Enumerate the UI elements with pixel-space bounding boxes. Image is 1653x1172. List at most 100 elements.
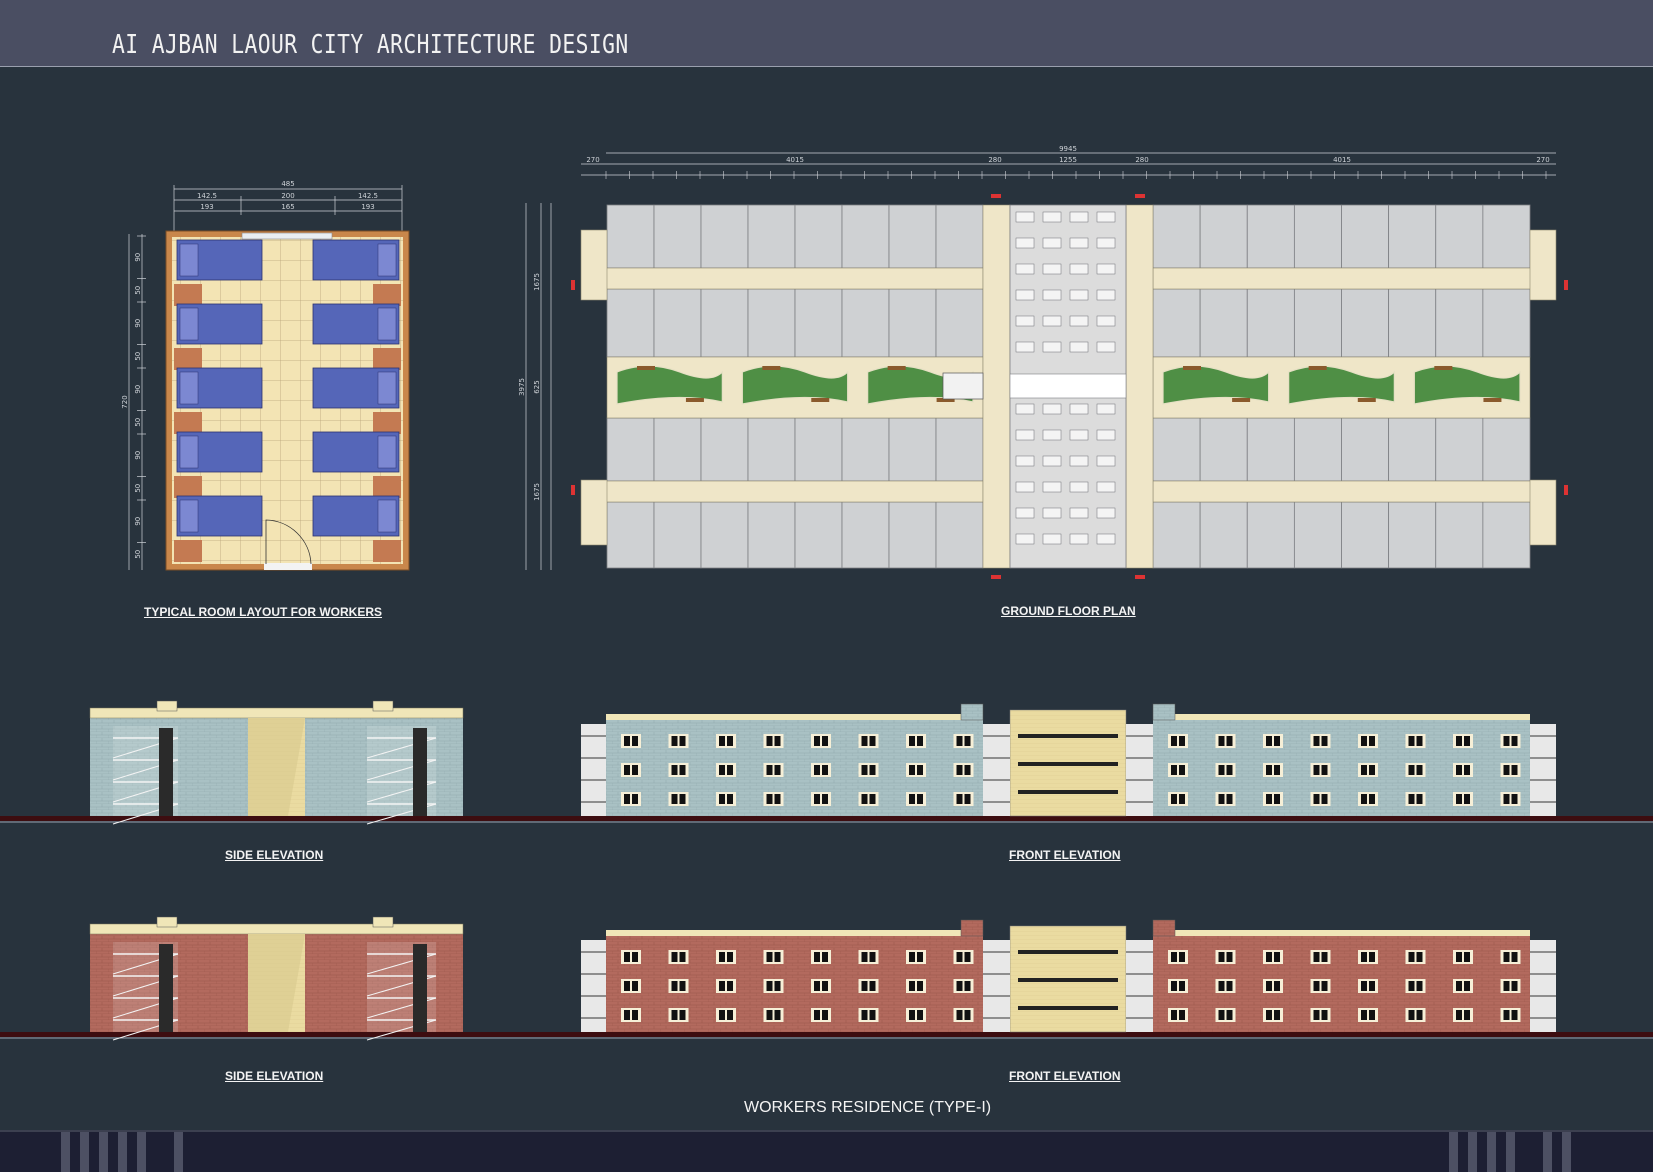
- window-pane: [1218, 736, 1225, 746]
- pillow: [179, 243, 199, 277]
- window-pane: [1179, 1010, 1185, 1020]
- window-pane: [624, 981, 630, 991]
- window-pane: [909, 981, 915, 991]
- plan-dim-label: 270: [586, 156, 599, 164]
- room-dim-left-total: 720: [121, 395, 129, 408]
- window-pane: [1218, 794, 1225, 804]
- window-pane: [1416, 952, 1423, 962]
- core-stair: [1125, 204, 1154, 569]
- fixture: [1069, 481, 1089, 493]
- window-pane: [1361, 736, 1367, 746]
- dorm-room: [888, 417, 937, 482]
- corridor: [586, 480, 1004, 503]
- window-pane: [964, 981, 971, 991]
- dorm-room: [606, 204, 655, 269]
- dorm-room: [653, 417, 702, 482]
- dorm-room: [653, 501, 702, 569]
- dorm-room: [747, 204, 796, 269]
- bench: [1232, 398, 1251, 402]
- dorm-room: [653, 288, 702, 358]
- central-lobby: [1009, 373, 1127, 399]
- pillow: [179, 307, 199, 341]
- stair-end: [580, 479, 608, 546]
- window-pane: [917, 794, 923, 804]
- pillow: [179, 435, 199, 469]
- fixture: [1096, 341, 1116, 353]
- window-pane: [1416, 981, 1423, 991]
- dorm-room: [700, 288, 749, 358]
- fixture: [1015, 237, 1035, 249]
- roof-box: [1152, 703, 1176, 721]
- fixture: [1015, 315, 1035, 327]
- core-louver: [1018, 1006, 1118, 1010]
- corridor: [1132, 267, 1551, 290]
- wardrobe: [373, 540, 401, 562]
- fixture: [1015, 533, 1035, 545]
- window-pane: [956, 765, 963, 775]
- fixture: [1042, 455, 1062, 467]
- fixture: [1069, 341, 1089, 353]
- window-pane: [1226, 736, 1233, 746]
- plan-dim-label: 4015: [1333, 156, 1351, 164]
- fixture: [1096, 315, 1116, 327]
- window-pane: [861, 952, 868, 962]
- window-pane: [766, 952, 773, 962]
- dorm-room: [888, 204, 937, 269]
- dorm-room: [606, 288, 655, 358]
- wardrobe: [373, 284, 401, 306]
- fixture: [1015, 507, 1035, 519]
- core-louver: [1018, 762, 1118, 766]
- window-pane: [822, 765, 828, 775]
- window-pane: [861, 1010, 868, 1020]
- window-pane: [1408, 736, 1415, 746]
- window-pane: [1179, 765, 1185, 775]
- window-pane: [766, 736, 773, 746]
- dorm-room: [1152, 204, 1201, 269]
- dorm-room: [1293, 417, 1342, 482]
- dorm-room: [1341, 417, 1390, 482]
- window-pane: [719, 981, 725, 991]
- plan-dim-label: 280: [988, 156, 1001, 164]
- window-pane: [774, 952, 781, 962]
- footer-stripe: [1562, 1132, 1571, 1172]
- footer-bar: [0, 1130, 1653, 1172]
- window-pane: [1456, 794, 1462, 804]
- window-pane: [1511, 981, 1518, 991]
- window-pane: [822, 1010, 828, 1020]
- window-pane: [727, 794, 733, 804]
- dorm-room: [653, 204, 702, 269]
- plan-dim-left-c: 1675: [533, 483, 541, 501]
- window-pane: [1321, 952, 1328, 962]
- front-wall-left: [606, 934, 983, 1032]
- fixture: [1069, 211, 1089, 223]
- window-pane: [1369, 736, 1375, 746]
- dorm-room: [1482, 204, 1531, 269]
- roof-box: [372, 700, 394, 712]
- fixture: [1069, 237, 1089, 249]
- room-dim-segment: 50: [134, 550, 142, 559]
- fixture: [1096, 533, 1116, 545]
- dorm-room: [1388, 417, 1437, 482]
- window-pane: [1179, 981, 1185, 991]
- core-louver: [1018, 950, 1118, 954]
- window-pane: [679, 794, 686, 804]
- dorm-room: [935, 204, 984, 269]
- window-pane: [1321, 736, 1328, 746]
- wardrobe: [174, 284, 202, 306]
- window-pane: [917, 765, 923, 775]
- dorm-room: [1199, 204, 1248, 269]
- footer-stripe: [1449, 1132, 1458, 1172]
- window-pane: [861, 736, 868, 746]
- window-pane: [869, 736, 876, 746]
- window-pane: [679, 1010, 686, 1020]
- roof-box: [156, 700, 178, 712]
- entry-marker-icon: [1564, 485, 1568, 495]
- dorm-room: [606, 501, 655, 569]
- front-wall-right: [1153, 934, 1530, 1032]
- entry-marker-icon: [991, 575, 1001, 579]
- window-pane: [727, 1010, 733, 1020]
- dorm-room: [935, 417, 984, 482]
- roof-box: [1152, 919, 1176, 937]
- window-pane: [869, 952, 876, 962]
- window-pane: [1503, 794, 1510, 804]
